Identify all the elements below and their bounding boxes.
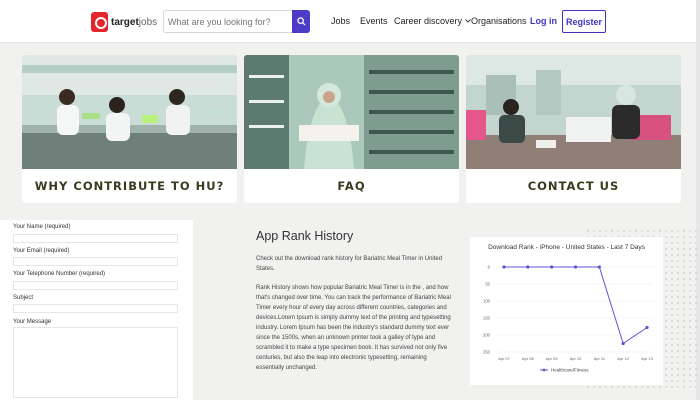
y-tick-label: 0 <box>488 265 491 270</box>
nav-organisations[interactable]: Organisations <box>471 16 527 26</box>
nav-jobs[interactable]: Jobs <box>331 16 350 26</box>
subject-field[interactable] <box>13 304 178 313</box>
email-label: Your Email (required) <box>13 248 70 254</box>
library-reader-image <box>244 55 459 169</box>
x-tick-label: Apr 13 <box>641 356 654 361</box>
data-point <box>621 341 625 346</box>
register-button[interactable]: Register <box>562 10 606 33</box>
x-tick-label: Apr 07 <box>498 356 511 361</box>
card-title: FAQ <box>337 179 366 193</box>
data-point <box>573 265 578 269</box>
y-tick-label: 200 <box>483 333 491 338</box>
rank-article: App Rank History Check out the download … <box>193 220 465 400</box>
y-tick-label: 100 <box>483 299 491 304</box>
x-tick-label: Apr 10 <box>570 356 583 361</box>
article-intro: Check out the download rank history for … <box>256 256 443 272</box>
legend-marker <box>542 368 546 372</box>
message-label: Your Message <box>13 319 52 325</box>
data-point <box>645 325 649 330</box>
y-tick-label: 150 <box>483 316 491 321</box>
search-icon <box>296 17 306 26</box>
phone-field[interactable] <box>13 281 178 290</box>
nav-career-label: Career discovery <box>394 16 463 26</box>
data-point <box>526 265 530 269</box>
site-logo[interactable]: targetjobs <box>91 11 157 33</box>
logo-suffix: jobs <box>138 16 158 28</box>
series-line <box>504 266 648 345</box>
data-point <box>597 265 601 269</box>
message-textarea[interactable] <box>13 327 178 398</box>
article-title: App Rank History <box>256 229 354 243</box>
lab-scientists-image <box>22 55 237 169</box>
email-field[interactable] <box>13 257 178 266</box>
search-box <box>163 10 310 33</box>
login-link[interactable]: Log in <box>530 16 557 26</box>
y-tick-label: 250 <box>483 350 491 355</box>
name-label: Your Name (required) <box>13 224 71 230</box>
search-input[interactable] <box>168 15 288 29</box>
card-why-contribute[interactable]: WHY CONTRIBUTE TO HU? <box>22 55 237 203</box>
x-tick-label: Apr 12 <box>617 356 630 361</box>
subject-label: Subject <box>13 295 34 301</box>
logo-text: target <box>111 16 139 28</box>
nav-events[interactable]: Events <box>360 16 388 26</box>
x-tick-label: Apr 11 <box>594 356 606 361</box>
x-tick-label: Apr 09 <box>546 356 559 361</box>
legend-label: Healthcare/Fitness <box>551 368 589 373</box>
data-point <box>550 265 554 269</box>
phone-label: Your Telephone Number (required) <box>13 271 106 277</box>
y-tick-label: 50 <box>485 282 490 287</box>
students-laptop-image <box>466 55 681 169</box>
data-point <box>502 265 506 269</box>
article-body: Rank History shows how popular Bariatric… <box>256 285 451 371</box>
chart-svg: 0 50 100 150 200 250 Apr 07 Apr 08 Apr 09 Apr 10 A… <box>483 265 654 373</box>
logo-icon <box>91 12 108 32</box>
card-title: CONTACT US <box>527 179 620 193</box>
rank-chart: Download Rank - iPhone - United States -… <box>470 237 663 385</box>
card-contact-us[interactable]: CONTACT US <box>466 55 681 203</box>
card-faq[interactable]: FAQ <box>244 55 459 203</box>
card-title: WHY CONTRIBUTE TO HU? <box>34 179 225 193</box>
top-header: targetjobs Jobs Events Career discovery … <box>0 0 700 43</box>
x-tick-label: Apr 08 <box>522 356 535 361</box>
nav-career-discovery[interactable]: Career discovery <box>394 16 471 26</box>
name-field[interactable] <box>13 234 178 243</box>
search-button[interactable] <box>292 10 310 33</box>
